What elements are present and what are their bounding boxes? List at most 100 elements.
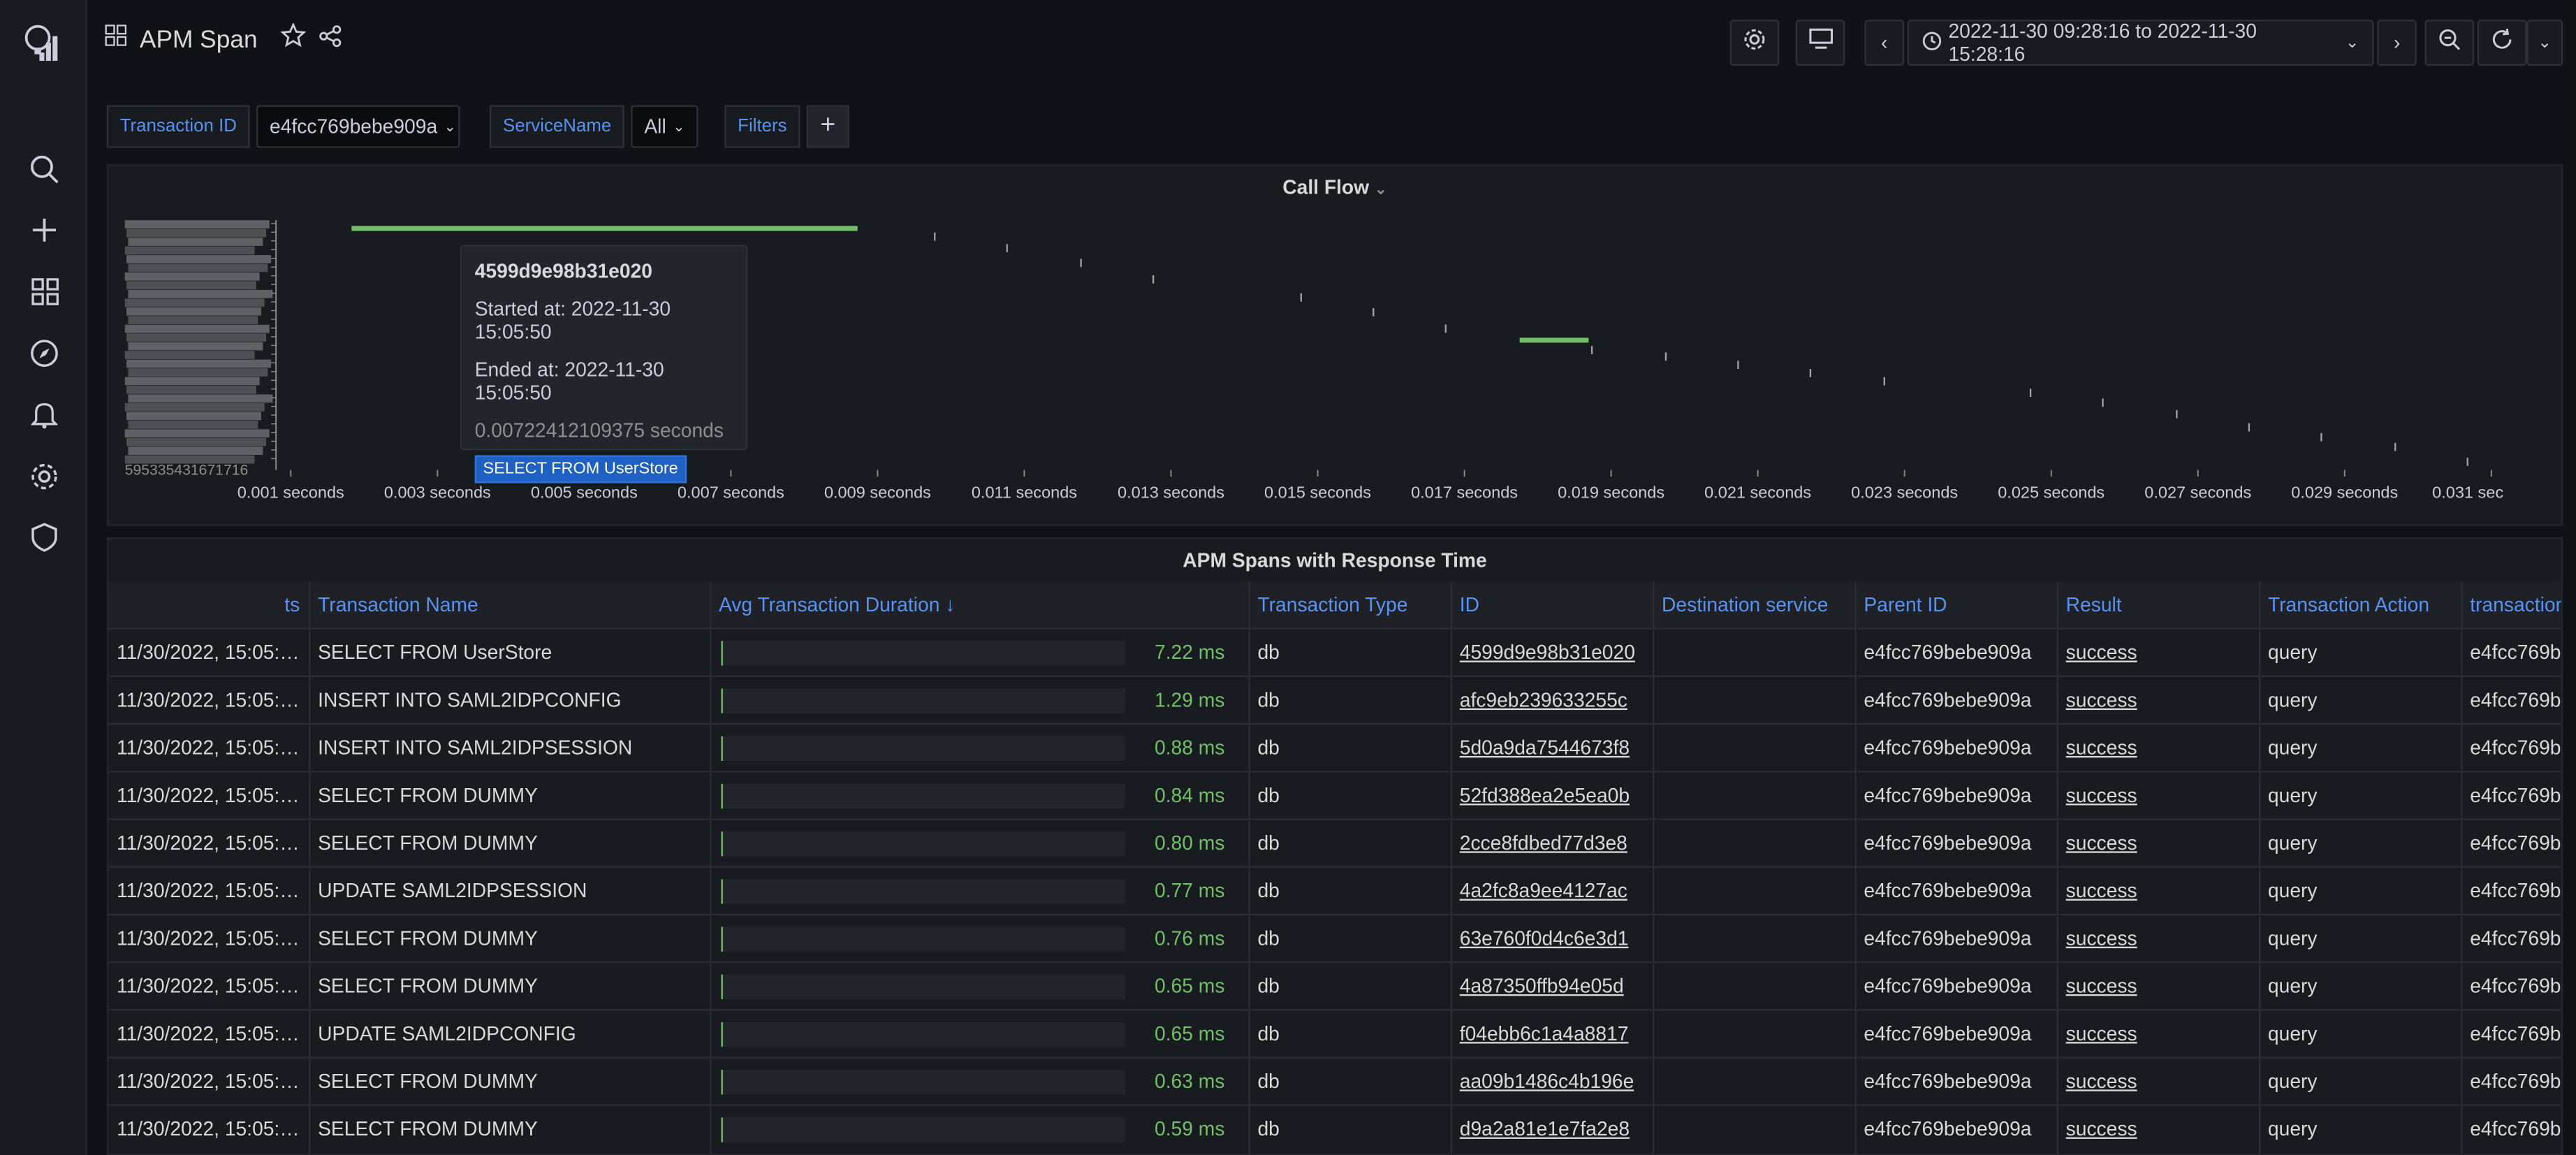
- span-id-link[interactable]: afc9eb239633255c: [1450, 675, 1654, 725]
- span-id-link[interactable]: 4599d9e98b31e020: [1450, 627, 1654, 676]
- transaction-name-cell: SELECT FROM DUMMY: [309, 818, 711, 867]
- time-range-text: 2022-11-30 09:28:16 to 2022-11-30 15:28:…: [1948, 20, 2257, 66]
- table-row[interactable]: 11/30/2022, 15:05:5... SELECT FROM DUMMY 0…: [108, 913, 2561, 963]
- alerting-icon[interactable]: [27, 396, 63, 433]
- chevron-down-icon: ⌄: [2538, 34, 2552, 52]
- service-name-select[interactable]: All ⌄: [631, 105, 698, 148]
- share-icon[interactable]: [319, 24, 342, 55]
- logo-icon[interactable]: [22, 20, 64, 66]
- x-tick-label: 0.005 seconds: [531, 484, 638, 502]
- table-row[interactable]: 11/30/2022, 15:05:5... SELECT FROM DUMMY 0…: [108, 1056, 2561, 1105]
- span-id-link[interactable]: 4a2fc8a9ee4127ac: [1450, 866, 1654, 915]
- span-id-link[interactable]: 63e760f0d4c6e3d1: [1450, 913, 1654, 963]
- plus-icon[interactable]: [27, 212, 63, 248]
- parent-id-cell: e4fcc769bebe909a: [1854, 771, 2058, 820]
- column-header[interactable]: Parent ID: [1854, 581, 2058, 629]
- result-link[interactable]: success: [2056, 771, 2260, 820]
- time-back-button[interactable]: ‹: [1864, 20, 1904, 66]
- transaction-type-cell: db: [1248, 1056, 1451, 1105]
- action-cell: query: [2259, 961, 2462, 1010]
- y-tick-label: [126, 386, 256, 394]
- ts-cell: 11/30/2022, 15:05:5...: [108, 771, 310, 820]
- transaction-type-cell: db: [1248, 913, 1451, 963]
- table-row[interactable]: 11/30/2022, 15:05:5... SELECT FROM DUMMY 0…: [108, 771, 2561, 820]
- result-link[interactable]: success: [2056, 913, 2260, 963]
- column-header[interactable]: Transaction Action: [2259, 581, 2462, 629]
- duration-bar: [720, 783, 1125, 809]
- span-id-link[interactable]: aa09b1486c4b196e: [1450, 1056, 1654, 1105]
- table-row[interactable]: 11/30/2022, 15:05:5... SELECT FROM DUMMY 0…: [108, 818, 2561, 867]
- refresh-button[interactable]: [2477, 20, 2527, 66]
- y-tick-label: [124, 298, 265, 307]
- zoom-out-icon: [2438, 27, 2461, 59]
- ts-cell: 11/30/2022, 15:05:5...: [108, 627, 310, 676]
- table-row[interactable]: 11/30/2022, 15:05:5... SELECT FROM DUMMY 0…: [108, 1104, 2561, 1153]
- time-forward-button[interactable]: ›: [2377, 20, 2417, 66]
- result-link[interactable]: success: [2056, 818, 2260, 867]
- table-row[interactable]: 11/30/2022, 15:05:5... UPDATE SAML2IDPSES…: [108, 866, 2561, 915]
- explore-icon[interactable]: [27, 335, 63, 372]
- result-link[interactable]: success: [2056, 675, 2260, 725]
- shield-icon[interactable]: [27, 519, 63, 555]
- result-link[interactable]: success: [2056, 1009, 2260, 1058]
- parent-id-cell: e4fcc769bebe909a: [1854, 961, 2058, 1010]
- column-header[interactable]: Result: [2056, 581, 2260, 629]
- transaction-id-select[interactable]: e4fcc769bebe909a ⌄: [256, 105, 460, 148]
- tooltip-duration: 0.00722412109375 seconds: [474, 419, 724, 442]
- span-id-link[interactable]: f04ebb6c1a4a8817: [1450, 1009, 1654, 1058]
- action-cell: query: [2259, 627, 2462, 676]
- duration-bar: [720, 736, 1125, 761]
- settings-icon[interactable]: [27, 458, 63, 495]
- table-row[interactable]: 11/30/2022, 15:05:5... SELECT FROM DUMMY 0…: [108, 961, 2561, 1010]
- y-tick-label: [128, 263, 268, 273]
- search-icon[interactable]: [27, 151, 63, 187]
- dashboard-settings-button[interactable]: [1729, 20, 1780, 66]
- table-row[interactable]: 11/30/2022, 15:05:5... INSERT INTO SAML2I…: [108, 675, 2561, 725]
- column-header[interactable]: ts: [108, 581, 310, 629]
- star-icon[interactable]: [279, 22, 306, 56]
- add-filter-button[interactable]: +: [806, 105, 849, 148]
- column-header[interactable]: transaction_: [2461, 581, 2561, 629]
- result-link[interactable]: success: [2056, 722, 2260, 772]
- table-row[interactable]: 11/30/2022, 15:05:5... UPDATE SAML2IDPCON…: [108, 1009, 2561, 1058]
- x-tick-label: 0.031 sec: [2432, 484, 2503, 502]
- destination-cell: [1653, 818, 1856, 867]
- transaction-name-cell: SELECT FROM DUMMY: [309, 771, 711, 820]
- duration-cell: 0.59 ms: [710, 1104, 1250, 1153]
- service-name-value: All: [644, 115, 666, 138]
- time-range-picker[interactable]: 2022-11-30 09:28:16 to 2022-11-30 15:28:…: [1907, 20, 2374, 66]
- result-link[interactable]: success: [2056, 866, 2260, 915]
- span-id-link[interactable]: 4a87350ffb94e05d: [1450, 961, 1654, 1010]
- column-header[interactable]: ID: [1450, 581, 1654, 629]
- tv-mode-button[interactable]: [1795, 20, 1845, 66]
- result-link[interactable]: success: [2056, 627, 2260, 676]
- span-id-link[interactable]: 2cce8fdbed77d3e8: [1450, 818, 1654, 867]
- zoom-out-button[interactable]: [2424, 20, 2475, 66]
- table-row[interactable]: 11/30/2022, 15:05:5... SELECT FROM UserSt…: [108, 627, 2561, 676]
- tooltip-span-id: 4599d9e98b31e020: [474, 259, 652, 283]
- time-forward-icon: ›: [2393, 31, 2401, 55]
- table-row[interactable]: 11/30/2022, 15:05:5... INSERT INTO SAML2I…: [108, 722, 2561, 772]
- result-link[interactable]: success: [2056, 1104, 2260, 1153]
- span-id-link[interactable]: 5d0a9da7544673f8: [1450, 722, 1654, 772]
- column-header[interactable]: Destination service: [1653, 581, 1856, 629]
- parent-id-cell: e4fcc769bebe909a: [1854, 722, 2058, 772]
- x-tick-label: 0.027 seconds: [2144, 484, 2251, 502]
- column-header[interactable]: Transaction Name: [309, 581, 711, 629]
- dashboards-icon[interactable]: [27, 273, 63, 309]
- y-tick-label: [128, 238, 263, 246]
- span-id-link[interactable]: d9a2a81e1e7fa2e8: [1450, 1104, 1654, 1153]
- duration-cell: 0.65 ms: [710, 1009, 1250, 1058]
- span-id-link[interactable]: 52fd388ea2e5ea0b: [1450, 771, 1654, 820]
- transaction-cell: e4fcc769b: [2461, 627, 2561, 676]
- refresh-interval-dropdown[interactable]: ⌄: [2526, 20, 2563, 66]
- result-link[interactable]: success: [2056, 1056, 2260, 1105]
- column-header[interactable]: Avg Transaction Duration ↓: [710, 581, 1250, 629]
- page-title[interactable]: APM Span: [140, 25, 258, 53]
- ts-cell: 11/30/2022, 15:05:5...: [108, 818, 310, 867]
- y-tick-label: [126, 333, 267, 342]
- ts-cell: 11/30/2022, 15:05:5...: [108, 913, 310, 963]
- transaction-type-cell: db: [1248, 675, 1451, 725]
- result-link[interactable]: success: [2056, 961, 2260, 1010]
- column-header[interactable]: Transaction Type: [1248, 581, 1451, 629]
